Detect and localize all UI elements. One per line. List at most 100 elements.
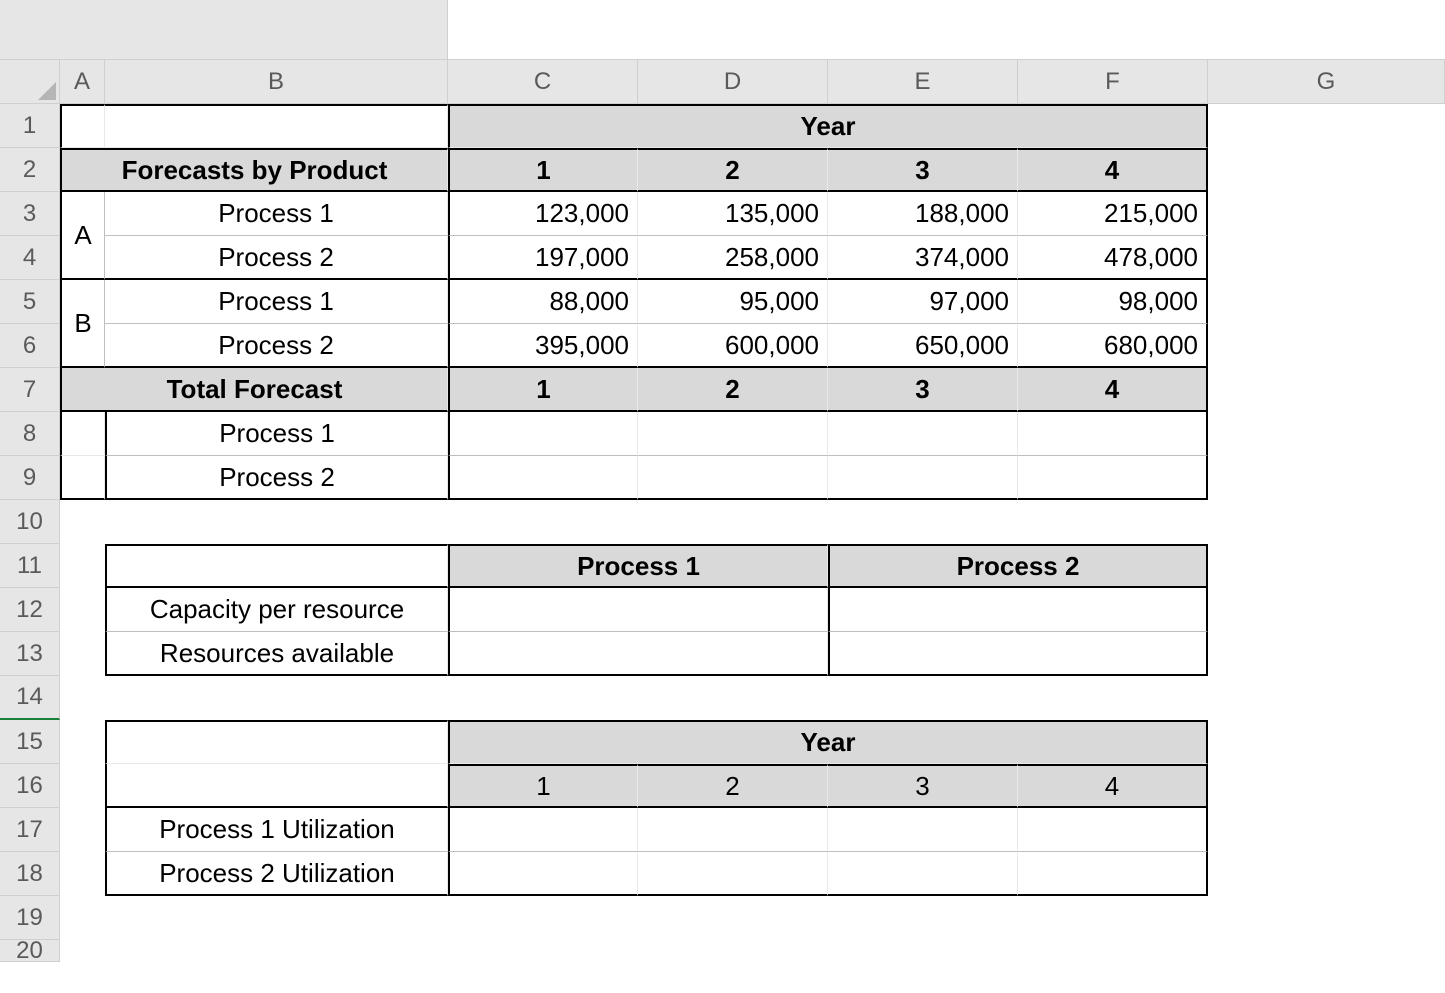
year-col-1b[interactable]: 1 xyxy=(448,368,638,412)
cell-D4[interactable]: 258,000 xyxy=(638,236,828,280)
cell-F20[interactable] xyxy=(1018,940,1208,962)
cell-B9[interactable]: Process 2 xyxy=(105,456,448,500)
name-box[interactable] xyxy=(0,0,448,59)
cell-G15[interactable] xyxy=(1208,720,1445,764)
cell-C9[interactable] xyxy=(448,456,638,500)
cell-B5[interactable]: Process 1 xyxy=(105,280,448,324)
row-header-19[interactable]: 19 xyxy=(0,896,60,940)
cell-A10[interactable] xyxy=(60,500,105,544)
cell-A1[interactable] xyxy=(60,104,105,148)
process2-col-header[interactable]: Process 2 xyxy=(828,544,1208,588)
cell-D3[interactable]: 135,000 xyxy=(638,192,828,236)
cell-G14[interactable] xyxy=(1208,676,1445,720)
cell-A15[interactable] xyxy=(60,720,105,764)
cell-G17[interactable] xyxy=(1208,808,1445,852)
total-forecast-header[interactable]: Total Forecast xyxy=(60,368,448,412)
cell-F6[interactable]: 680,000 xyxy=(1018,324,1208,368)
cell-E8[interactable] xyxy=(828,412,1018,456)
cell-A14[interactable] xyxy=(60,676,105,720)
col-header-A[interactable]: A xyxy=(60,60,105,104)
cell-E5[interactable]: 97,000 xyxy=(828,280,1018,324)
cell-C8[interactable] xyxy=(448,412,638,456)
year-col-3a[interactable]: 3 xyxy=(828,148,1018,192)
row-header-18[interactable]: 18 xyxy=(0,852,60,896)
cell-C17[interactable] xyxy=(448,808,638,852)
grid[interactable]: A B C D E F G 1 Year 2 Forecasts by Prod… xyxy=(0,60,1445,984)
cell-CD13[interactable] xyxy=(448,632,828,676)
year-col-2c[interactable]: 2 xyxy=(638,764,828,808)
row-header-12[interactable]: 12 xyxy=(0,588,60,632)
cell-G18[interactable] xyxy=(1208,852,1445,896)
year-col-3c[interactable]: 3 xyxy=(828,764,1018,808)
cell-A16[interactable] xyxy=(60,764,105,808)
cell-A18[interactable] xyxy=(60,852,105,896)
row-header-10[interactable]: 10 xyxy=(0,500,60,544)
cell-B18[interactable]: Process 2 Utilization xyxy=(105,852,448,896)
row-header-16[interactable]: 16 xyxy=(0,764,60,808)
cell-D20[interactable] xyxy=(638,940,828,962)
cell-B19[interactable] xyxy=(105,896,448,940)
cell-F5[interactable]: 98,000 xyxy=(1018,280,1208,324)
cell-F4[interactable]: 478,000 xyxy=(1018,236,1208,280)
cell-F19[interactable] xyxy=(1018,896,1208,940)
cell-F18[interactable] xyxy=(1018,852,1208,896)
col-header-E[interactable]: E xyxy=(828,60,1018,104)
cell-C6[interactable]: 395,000 xyxy=(448,324,638,368)
cell-F17[interactable] xyxy=(1018,808,1208,852)
cell-G4[interactable] xyxy=(1208,236,1445,280)
cell-E4[interactable]: 374,000 xyxy=(828,236,1018,280)
cell-B16[interactable] xyxy=(105,764,448,808)
row-header-14[interactable]: 14 xyxy=(0,676,60,720)
cell-A11[interactable] xyxy=(60,544,105,588)
cell-D10[interactable] xyxy=(638,500,828,544)
year-col-4c[interactable]: 4 xyxy=(1018,764,1208,808)
cell-A20[interactable] xyxy=(60,940,105,962)
cell-G8[interactable] xyxy=(1208,412,1445,456)
row-header-3[interactable]: 3 xyxy=(0,192,60,236)
cell-G20[interactable] xyxy=(1208,940,1445,962)
row-header-11[interactable]: 11 xyxy=(0,544,60,588)
product-A-label[interactable]: A xyxy=(60,192,105,280)
cell-B17[interactable]: Process 1 Utilization xyxy=(105,808,448,852)
row-header-15[interactable]: 15 xyxy=(0,720,60,764)
col-header-G[interactable]: G xyxy=(1208,60,1445,104)
row-header-13[interactable]: 13 xyxy=(0,632,60,676)
cell-G11[interactable] xyxy=(1208,544,1445,588)
cell-CD12[interactable] xyxy=(448,588,828,632)
cell-B15[interactable] xyxy=(105,720,448,764)
cell-G12[interactable] xyxy=(1208,588,1445,632)
cell-A19[interactable] xyxy=(60,896,105,940)
cell-EF13[interactable] xyxy=(828,632,1208,676)
row-header-6[interactable]: 6 xyxy=(0,324,60,368)
col-header-C[interactable]: C xyxy=(448,60,638,104)
year-col-3b[interactable]: 3 xyxy=(828,368,1018,412)
year-col-2a[interactable]: 2 xyxy=(638,148,828,192)
cell-D17[interactable] xyxy=(638,808,828,852)
year-col-2b[interactable]: 2 xyxy=(638,368,828,412)
cell-C14[interactable] xyxy=(448,676,638,720)
cell-F9[interactable] xyxy=(1018,456,1208,500)
cell-G2[interactable] xyxy=(1208,148,1445,192)
cell-D8[interactable] xyxy=(638,412,828,456)
cell-A9[interactable] xyxy=(60,456,105,500)
cell-F8[interactable] xyxy=(1018,412,1208,456)
row-header-4[interactable]: 4 xyxy=(0,236,60,280)
cell-D9[interactable] xyxy=(638,456,828,500)
cell-G9[interactable] xyxy=(1208,456,1445,500)
cell-A17[interactable] xyxy=(60,808,105,852)
cell-D14[interactable] xyxy=(638,676,828,720)
cell-D5[interactable]: 95,000 xyxy=(638,280,828,324)
col-header-F[interactable]: F xyxy=(1018,60,1208,104)
row-header-2[interactable]: 2 xyxy=(0,148,60,192)
year-header-1[interactable]: Year xyxy=(448,104,1208,148)
cell-G6[interactable] xyxy=(1208,324,1445,368)
cell-B13[interactable]: Resources available xyxy=(105,632,448,676)
row-header-17[interactable]: 17 xyxy=(0,808,60,852)
cell-D19[interactable] xyxy=(638,896,828,940)
forecasts-by-product-header[interactable]: Forecasts by Product xyxy=(60,148,448,192)
select-all-corner[interactable] xyxy=(0,60,60,104)
cell-G1[interactable] xyxy=(1208,104,1445,148)
cell-D6[interactable]: 600,000 xyxy=(638,324,828,368)
cell-G7[interactable] xyxy=(1208,368,1445,412)
cell-B11[interactable] xyxy=(105,544,448,588)
